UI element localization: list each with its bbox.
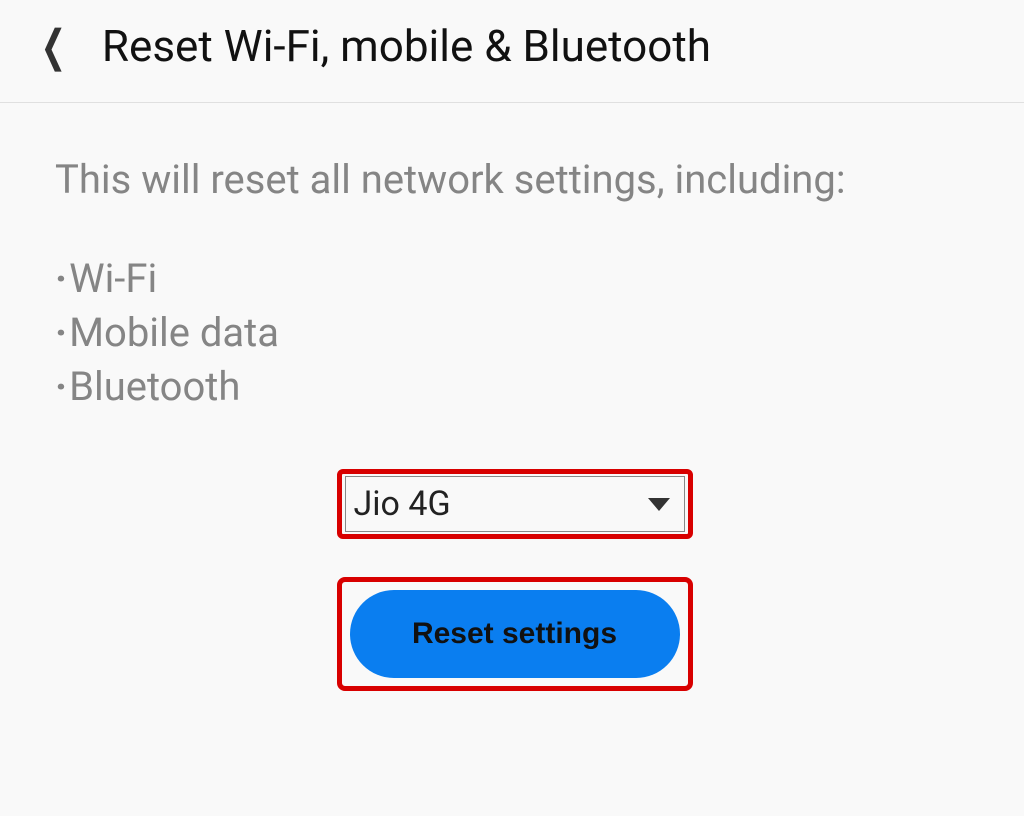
list-item: Wi-Fi: [55, 252, 974, 306]
back-icon[interactable]: ❮: [41, 24, 67, 68]
highlight-button: Reset settings: [337, 577, 693, 691]
header-bar: ❮ Reset Wi-Fi, mobile & Bluetooth: [0, 0, 1024, 103]
controls-group: Jio 4G Reset settings: [55, 469, 974, 691]
bullet-bluetooth: Bluetooth: [69, 363, 240, 410]
content-area: This will reset all network settings, in…: [0, 103, 1024, 691]
list-item: Bluetooth: [55, 360, 974, 414]
list-item: Mobile data: [55, 306, 974, 360]
reset-settings-button[interactable]: Reset settings: [350, 590, 680, 678]
network-dropdown[interactable]: Jio 4G: [345, 476, 685, 532]
highlight-dropdown: Jio 4G: [337, 469, 693, 539]
bullet-wifi: Wi-Fi: [69, 255, 157, 302]
description-text: This will reset all network settings, in…: [55, 153, 974, 207]
page-title: Reset Wi-Fi, mobile & Bluetooth: [102, 20, 711, 72]
bullet-list: Wi-Fi Mobile data Bluetooth: [55, 252, 974, 414]
chevron-down-icon: [648, 498, 670, 511]
dropdown-selected-value: Jio 4G: [354, 484, 451, 524]
bullet-mobile-data: Mobile data: [69, 309, 279, 356]
